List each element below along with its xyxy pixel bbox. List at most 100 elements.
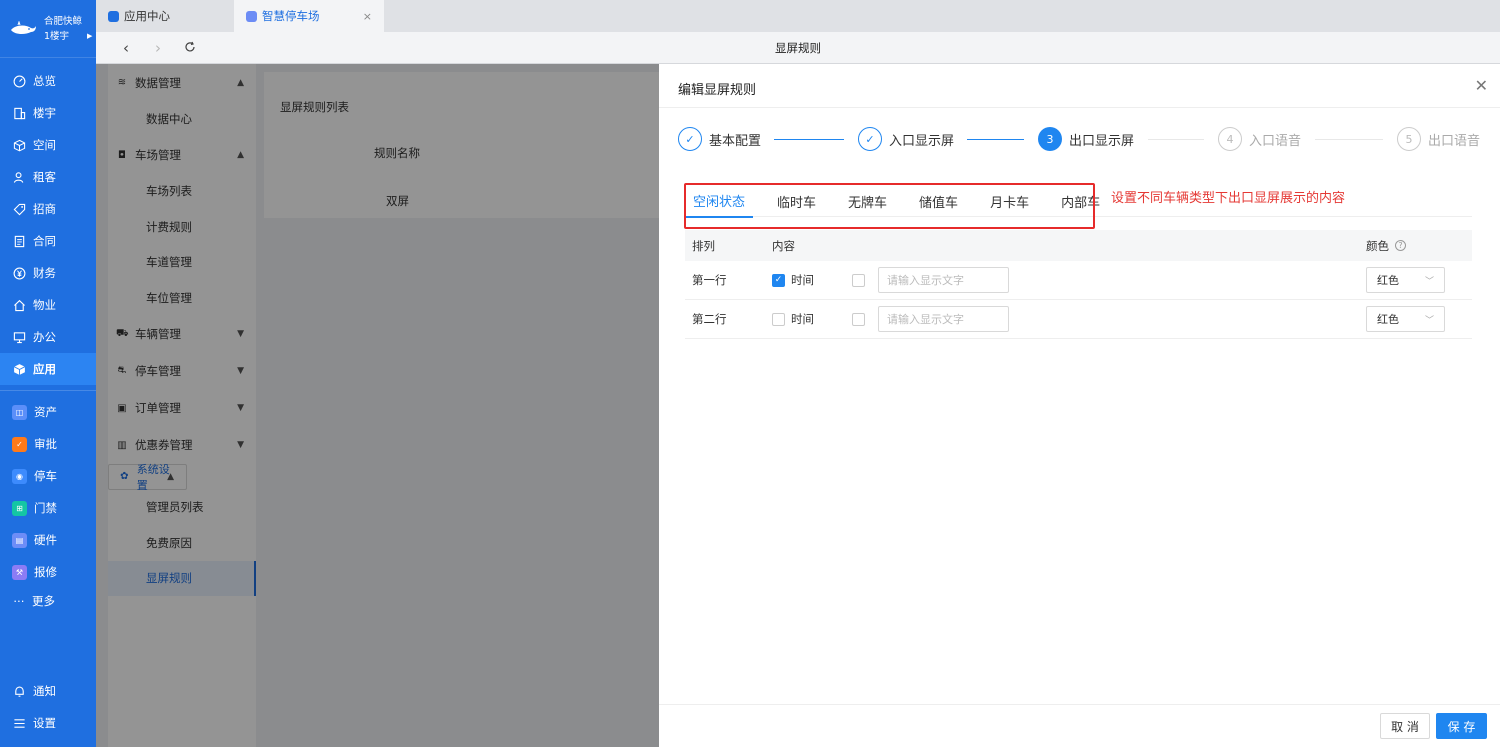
repair-app-icon: ⚒ (12, 564, 27, 580)
document-icon (12, 234, 26, 248)
app-item-repair[interactable]: ⚒ 报修 (0, 556, 96, 588)
left-nav: 合肥快鲸 1楼宇 ▶ 总览 楼宇 空间 租客 招商 合同 财务 物业 办公 应用… (0, 0, 96, 747)
nav-item-label: 招商 (33, 202, 56, 216)
parking-tab-icon (246, 11, 257, 22)
step-exit-screen[interactable]: 3 出口显示屏 (1038, 127, 1134, 151)
drawer-footer: 取 消 保 存 (659, 704, 1500, 747)
users-icon (12, 170, 26, 184)
app-item-assets[interactable]: ◫ 资产 (0, 396, 96, 428)
app-item-label: 门禁 (34, 501, 57, 515)
table-row: 第二行 时间 红色 ﹀ (685, 300, 1472, 339)
nav-item-office[interactable]: 办公 (0, 321, 96, 353)
nav-item-label: 财务 (33, 266, 56, 280)
checkbox-label: 时间 (791, 273, 814, 287)
step-exit-voice[interactable]: 5 出口语音 (1397, 127, 1480, 151)
assets-app-icon: ◫ (12, 404, 27, 420)
nav-item-label: 合同 (33, 234, 56, 248)
app-item-parking[interactable]: ◉ 停车 (0, 460, 96, 492)
color-select[interactable]: 红色 ﹀ (1366, 306, 1445, 332)
app-item-access[interactable]: ⊞ 门禁 (0, 492, 96, 524)
tab-label: 应用中心 (124, 9, 170, 23)
nav-item-label: 楼宇 (33, 106, 56, 120)
nav-item-space[interactable]: 空间 (0, 129, 96, 161)
nav-divider (0, 390, 96, 391)
app-item-more[interactable]: ⋯ 更多 (0, 588, 96, 614)
text-checkbox[interactable] (852, 273, 865, 287)
nav-item-label: 空间 (33, 138, 56, 152)
nav-item-investment[interactable]: 招商 (0, 193, 96, 225)
modal-mask[interactable] (96, 64, 659, 747)
tab-idle[interactable]: 空闲状态 (685, 184, 754, 218)
app-item-approval[interactable]: ✓ 审批 (0, 428, 96, 460)
tab-monthly[interactable]: 月卡车 (982, 184, 1037, 218)
display-text-input[interactable] (878, 267, 1009, 293)
step-entry-voice[interactable]: 4 入口语音 (1218, 127, 1301, 151)
step-connector (774, 139, 844, 140)
step-label: 出口显示屏 (1069, 133, 1135, 149)
step-label: 出口语音 (1428, 133, 1481, 149)
close-icon[interactable]: ✕ (1475, 76, 1488, 95)
tab-stored-value[interactable]: 储值车 (911, 184, 966, 218)
dashboard-icon (12, 74, 26, 88)
step-label: 基本配置 (709, 133, 762, 149)
checkbox-label: 时间 (791, 312, 814, 326)
tab-app-center[interactable]: 应用中心 (96, 0, 234, 32)
nav-item-overview[interactable]: 总览 (0, 65, 96, 97)
tab-unlicensed[interactable]: 无牌车 (840, 184, 895, 218)
step-basic-config[interactable]: ✓ 基本配置 (678, 127, 761, 151)
building-name: 1楼宇 (44, 30, 70, 42)
nav-item-settings[interactable]: 设置 (0, 707, 96, 739)
time-checkbox[interactable]: 时间 (772, 311, 814, 327)
tab-temporary[interactable]: 临时车 (769, 184, 824, 218)
building-icon (12, 106, 26, 120)
brand-switcher[interactable]: 合肥快鲸 1楼宇 ▶ (0, 0, 96, 58)
nav-item-building[interactable]: 楼宇 (0, 97, 96, 129)
time-checkbox[interactable]: ✓ 时间 (772, 272, 814, 288)
table-row: 第一行 ✓ 时间 红色 ﹀ (685, 261, 1472, 300)
nav-item-notifications[interactable]: 通知 (0, 675, 96, 707)
refresh-icon[interactable] (174, 39, 206, 57)
back-icon[interactable]: ‹ (110, 39, 142, 57)
step-label: 入口语音 (1249, 133, 1302, 149)
app-item-label: 资产 (34, 405, 57, 419)
steps-bar: ✓ 基本配置 ✓ 入口显示屏 3 出口显示屏 4 入口语音 5 出口语音 (678, 127, 1483, 153)
step-number: 5 (1397, 127, 1421, 151)
step-number: 3 (1038, 127, 1062, 151)
save-button[interactable]: 保 存 (1436, 713, 1487, 739)
hardware-app-icon: ▤ (12, 532, 27, 548)
tab-internal[interactable]: 内部车 (1053, 184, 1108, 218)
step-entry-screen[interactable]: ✓ 入口显示屏 (858, 127, 954, 151)
app-center-tab-icon (108, 11, 119, 22)
help-icon[interactable]: ? (1395, 240, 1406, 251)
app-item-hardware[interactable]: ▤ 硬件 (0, 524, 96, 556)
app-item-label: 报修 (34, 565, 57, 579)
color-select[interactable]: 红色 ﹀ (1366, 267, 1445, 293)
vehicle-type-tabs: 空闲状态 临时车 无牌车 储值车 月卡车 内部车 (685, 184, 1124, 218)
forward-icon[interactable]: › (142, 39, 174, 57)
nav-item-apps[interactable]: 应用 (0, 353, 96, 385)
table-header: 排列 内容 颜色? (685, 230, 1472, 261)
monitor-icon (12, 330, 26, 344)
row-order: 第二行 (692, 312, 727, 326)
nav-item-tenant[interactable]: 租客 (0, 161, 96, 193)
page-title: 显屏规则 (775, 40, 821, 55)
display-text-input[interactable] (878, 306, 1009, 332)
text-checkbox[interactable] (852, 312, 865, 326)
close-tab-icon[interactable]: × (363, 10, 372, 23)
check-icon: ✓ (858, 127, 882, 151)
brand-name: 合肥快鲸 (44, 15, 83, 27)
step-connector (1315, 139, 1383, 140)
nav-item-label: 通知 (33, 684, 56, 698)
nav-item-label: 应用 (33, 362, 56, 376)
cancel-button[interactable]: 取 消 (1380, 713, 1430, 739)
tab-label: 智慧停车场 (262, 9, 320, 23)
nav-item-property[interactable]: 物业 (0, 289, 96, 321)
app-item-label: 停车 (34, 469, 57, 483)
select-value: 红色 (1377, 274, 1399, 287)
nav-item-contract[interactable]: 合同 (0, 225, 96, 257)
tag-icon (12, 202, 26, 216)
tab-smart-parking[interactable]: 智慧停车场 × (234, 0, 384, 32)
chevron-down-icon: ﹀ (1424, 315, 1434, 326)
row-order: 第一行 (692, 273, 727, 287)
nav-item-finance[interactable]: 财务 (0, 257, 96, 289)
